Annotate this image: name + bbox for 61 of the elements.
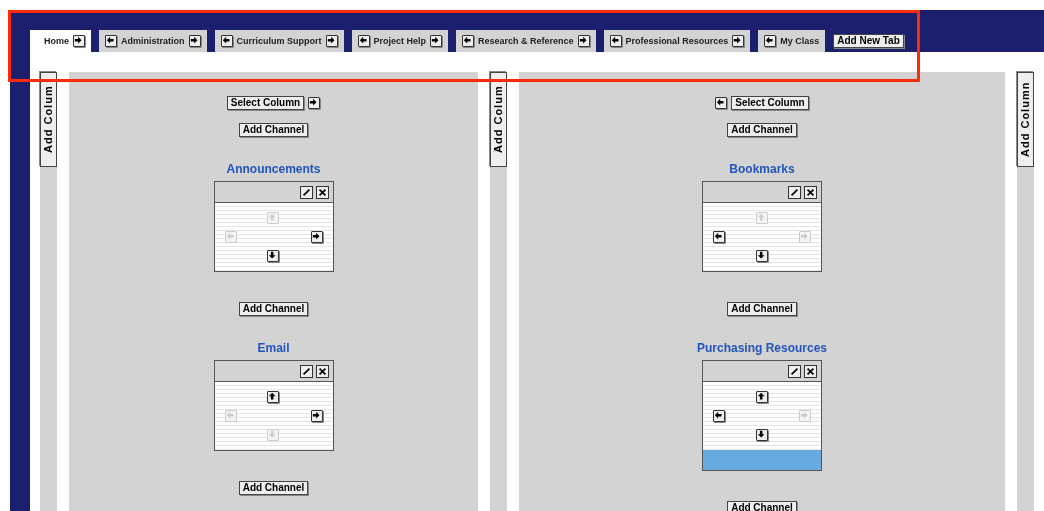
add-channel-button[interactable]: Add Channel — [727, 123, 797, 137]
right-arrow-button[interactable] — [308, 97, 321, 109]
tab-label: Home — [44, 36, 69, 46]
tab-label: Administration — [121, 36, 185, 46]
channel-title: Bookmarks — [729, 162, 795, 176]
right-arrow-button[interactable] — [310, 231, 323, 243]
left-arrow-button[interactable] — [609, 35, 622, 47]
right-arrow-button[interactable] — [577, 35, 590, 47]
add-channel-button[interactable]: Add Channel — [727, 302, 797, 316]
add-channel-button[interactable]: Add Channel — [238, 302, 309, 316]
close-icon[interactable] — [804, 185, 817, 199]
up-arrow-button[interactable] — [267, 391, 280, 404]
down-arrow-button[interactable] — [756, 249, 768, 262]
edit-icon[interactable] — [299, 364, 313, 378]
tab[interactable]: Professional Resources — [603, 30, 751, 52]
tab[interactable]: Administration — [99, 30, 207, 52]
add-column-button[interactable]: Add Colum — [40, 72, 57, 167]
tab[interactable]: Home — [30, 30, 91, 52]
tab-label: Project Help — [373, 36, 427, 46]
edit-icon[interactable] — [788, 185, 801, 199]
edit-icon[interactable] — [299, 185, 313, 199]
channel-title: Announcements — [226, 162, 321, 176]
left-arrow-button[interactable] — [357, 35, 370, 47]
left-arrow-button[interactable] — [713, 410, 725, 422]
add-channel-button[interactable]: Add Channel — [727, 501, 797, 511]
down-arrow-button[interactable] — [267, 249, 280, 262]
add-channel-button[interactable]: Add Channel — [238, 481, 309, 495]
select-column-button[interactable]: Select Column — [731, 96, 809, 110]
right-arrow-button[interactable] — [430, 35, 443, 47]
add-column-button[interactable]: Add Column — [1017, 72, 1034, 167]
channel-title: Email — [257, 341, 290, 355]
right-arrow-button[interactable] — [73, 35, 85, 47]
edit-icon[interactable] — [788, 364, 801, 378]
left-arrow-button[interactable] — [462, 35, 475, 47]
up-arrow-button[interactable] — [756, 391, 768, 404]
add-column-button[interactable]: Add Colum — [490, 72, 507, 167]
close-icon[interactable] — [315, 185, 329, 199]
right-arrow-button[interactable] — [188, 35, 201, 47]
tab[interactable]: My Class — [758, 30, 826, 52]
add-channel-button[interactable]: Add Channel — [238, 123, 309, 137]
tab-label: Research & Reference — [478, 36, 574, 46]
tab-label: Professional Resources — [625, 36, 729, 46]
tab[interactable]: Curriculum Support — [214, 30, 344, 52]
channel-title: Purchasing Resources — [696, 341, 828, 355]
select-column-button[interactable]: Select Column — [226, 96, 305, 110]
tab[interactable]: Research & Reference — [456, 30, 596, 52]
right-arrow-button[interactable] — [325, 35, 338, 47]
tab-label: My Class — [780, 36, 820, 46]
left-arrow-button[interactable] — [220, 35, 233, 47]
down-arrow-button[interactable] — [756, 428, 768, 441]
close-icon[interactable] — [315, 364, 329, 378]
close-icon[interactable] — [804, 364, 817, 378]
tab-label: Curriculum Support — [236, 36, 322, 46]
add-tab-button[interactable]: Add New Tab — [833, 34, 904, 48]
left-arrow-button[interactable] — [715, 97, 728, 109]
left-arrow-button[interactable] — [713, 231, 725, 243]
left-arrow-button[interactable] — [764, 35, 777, 47]
right-arrow-button[interactable] — [732, 35, 745, 47]
right-arrow-button[interactable] — [310, 410, 323, 422]
left-arrow-button[interactable] — [105, 35, 117, 47]
tab[interactable]: Project Help — [351, 30, 449, 52]
